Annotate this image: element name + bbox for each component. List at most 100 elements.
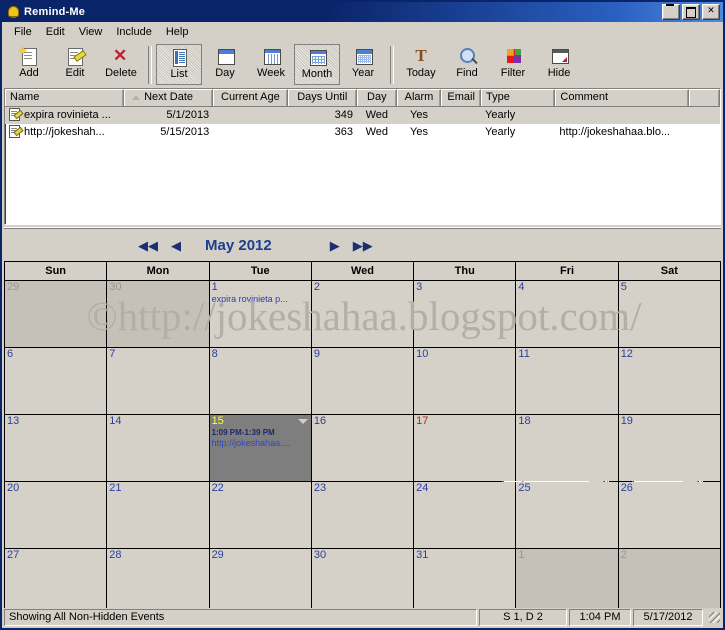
column-header-next-date[interactable]: Next Date bbox=[123, 89, 214, 106]
maximize-button[interactable] bbox=[682, 4, 700, 20]
calendar-day-cell[interactable]: 29 bbox=[5, 281, 108, 347]
calendar-day-cell[interactable]: 31 bbox=[414, 549, 517, 615]
last-month-button[interactable]: ▶▶ bbox=[353, 239, 373, 252]
status-message: Showing All Non-Hidden Events bbox=[4, 608, 477, 626]
calendar-day-cell[interactable]: 10 bbox=[414, 348, 517, 414]
toolbar-list-button[interactable]: List bbox=[156, 44, 202, 85]
day-header-thu: Thu bbox=[414, 262, 517, 280]
calendar-day-cell[interactable]: 9 bbox=[311, 348, 415, 414]
calendar-day-cell[interactable]: 11 bbox=[516, 348, 619, 414]
column-header-name[interactable]: Name bbox=[5, 89, 124, 106]
toolbar-month-button[interactable]: Month bbox=[294, 44, 340, 85]
day-number: 7 bbox=[109, 348, 116, 360]
day-number: 24 bbox=[416, 482, 429, 494]
toolbar-today-button[interactable]: T Today bbox=[398, 44, 444, 85]
calendar-day-cell[interactable]: 27 bbox=[5, 549, 108, 615]
close-icon[interactable]: ✕ bbox=[702, 4, 720, 20]
calendar-day-cell[interactable]: 6 bbox=[5, 348, 108, 414]
calendar-day-cell[interactable]: 28 bbox=[107, 549, 210, 615]
calendar-panel: ◀◀ ◀ May 2012 ▶ ▶▶ May 2012 Sun Mon Tue … bbox=[4, 228, 721, 616]
column-header-extra[interactable] bbox=[689, 89, 720, 106]
calendar-day-cell[interactable]: 2 bbox=[618, 549, 720, 615]
calendar-day-cell[interactable]: 1 expira rovinieta p... bbox=[209, 281, 312, 347]
calendar-day-cell-today[interactable]: 17 bbox=[414, 415, 517, 481]
toolbar-add-button[interactable]: ✦ Add bbox=[6, 44, 52, 85]
cell-email bbox=[441, 107, 481, 124]
day-number: 25 bbox=[518, 482, 531, 494]
calendar-day-cell[interactable]: 24 bbox=[414, 482, 517, 548]
toolbar-year-button[interactable]: Year bbox=[340, 44, 386, 85]
cell-alarm: Yes bbox=[410, 109, 428, 121]
filter-squares-icon bbox=[502, 46, 524, 66]
menu-include[interactable]: Include bbox=[109, 24, 158, 40]
cell-extra bbox=[689, 124, 720, 141]
day-number: 10 bbox=[416, 348, 429, 360]
calendar-day-cell[interactable]: 30 bbox=[107, 281, 210, 347]
first-month-button[interactable]: ◀◀ bbox=[138, 239, 158, 252]
cell-type: Yearly bbox=[485, 126, 516, 138]
toolbar-find-button[interactable]: Find bbox=[444, 44, 490, 85]
resize-grip-icon[interactable] bbox=[707, 610, 721, 624]
event-note-icon bbox=[9, 108, 24, 121]
calendar-event[interactable]: expira rovinieta p... bbox=[212, 294, 309, 304]
menu-edit[interactable]: Edit bbox=[39, 24, 72, 40]
column-header-alarm[interactable]: Alarm bbox=[396, 89, 442, 106]
day-number: 18 bbox=[518, 415, 531, 427]
toolbar-week-button[interactable]: Week bbox=[248, 44, 294, 85]
calendar-day-cell[interactable]: 13 bbox=[5, 415, 108, 481]
column-header-type[interactable]: Type bbox=[481, 89, 556, 106]
status-counts: S 1, D 2 bbox=[479, 608, 567, 626]
calendar-day-cell[interactable]: 7 bbox=[107, 348, 210, 414]
calendar-day-cell[interactable]: 14 bbox=[107, 415, 210, 481]
menu-view[interactable]: View bbox=[72, 24, 110, 40]
day-number: 29 bbox=[211, 549, 224, 561]
calendar-day-cell[interactable]: 29 bbox=[209, 549, 312, 615]
calendar-day-cell[interactable]: 3 bbox=[414, 281, 517, 347]
cell-next-date: 5/1/2013 bbox=[166, 109, 210, 121]
cell-day: Wed bbox=[365, 126, 389, 138]
toolbar-day-button[interactable]: Day bbox=[202, 44, 248, 85]
calendar-day-cell[interactable]: 5 bbox=[618, 281, 720, 347]
chevron-down-icon[interactable] bbox=[297, 419, 308, 424]
toolbar-delete-button[interactable]: ✕ Delete bbox=[98, 44, 144, 85]
menu-file[interactable]: File bbox=[7, 24, 39, 40]
table-row[interactable]: http://jokeshah... 5/15/2013 363 Wed Yes… bbox=[5, 124, 720, 141]
day-number: 1 bbox=[518, 549, 525, 561]
calendar-day-cell-selected[interactable]: 15 1:09 PM-1:39 PM http://jokeshahaa.... bbox=[209, 415, 312, 481]
calendar-day-cell[interactable]: 19 bbox=[618, 415, 720, 481]
toolbar-edit-button[interactable]: Edit bbox=[52, 44, 98, 85]
prev-month-button[interactable]: ◀ bbox=[171, 239, 181, 252]
column-header-current-age[interactable]: Current Age bbox=[213, 89, 288, 106]
calendar-day-cell[interactable]: 1 bbox=[516, 549, 619, 615]
minimize-button[interactable] bbox=[662, 4, 680, 20]
column-header-comment[interactable]: Comment bbox=[555, 89, 690, 106]
calendar-day-cell[interactable]: 2 bbox=[311, 281, 415, 347]
menu-help[interactable]: Help bbox=[159, 24, 196, 40]
week-view-icon bbox=[260, 46, 282, 66]
calendar-day-cell[interactable]: 18 bbox=[516, 415, 619, 481]
day-number: 4 bbox=[518, 281, 525, 293]
column-header-email[interactable]: Email bbox=[441, 89, 482, 106]
toolbar-filter-button[interactable]: Filter bbox=[490, 44, 536, 85]
calendar-day-cell[interactable]: 20 bbox=[5, 482, 108, 548]
table-row[interactable]: expira rovinieta ... 5/1/2013 349 Wed Ye… bbox=[5, 107, 720, 124]
column-header-day[interactable]: Day bbox=[356, 89, 397, 106]
calendar-day-cell[interactable]: 30 bbox=[311, 549, 415, 615]
day-number: 31 bbox=[416, 549, 429, 561]
calendar-day-cell[interactable]: 22 bbox=[209, 482, 312, 548]
calendar-day-cell[interactable]: 21 bbox=[107, 482, 210, 548]
next-month-button[interactable]: ▶ bbox=[330, 239, 340, 252]
calendar-day-cell[interactable]: 12 bbox=[618, 348, 720, 414]
event-link[interactable]: http://jokeshahaa.... bbox=[212, 438, 309, 448]
calendar-day-cell[interactable]: 16 bbox=[311, 415, 415, 481]
calendar-day-cell[interactable]: 23 bbox=[311, 482, 415, 548]
day-number: 2 bbox=[313, 281, 320, 293]
calendar-day-cell[interactable]: 25 bbox=[516, 482, 619, 548]
calendar-day-cell[interactable]: 4 bbox=[516, 281, 619, 347]
today-t-icon: T bbox=[415, 46, 427, 65]
events-list-view[interactable]: Name Next Date Current Age Days Until Da… bbox=[4, 88, 721, 225]
calendar-day-cell[interactable]: 8 bbox=[209, 348, 312, 414]
column-header-days-until[interactable]: Days Until bbox=[287, 89, 357, 106]
toolbar-hide-button[interactable]: Hide bbox=[536, 44, 582, 85]
calendar-day-cell[interactable]: 26 bbox=[618, 482, 720, 548]
